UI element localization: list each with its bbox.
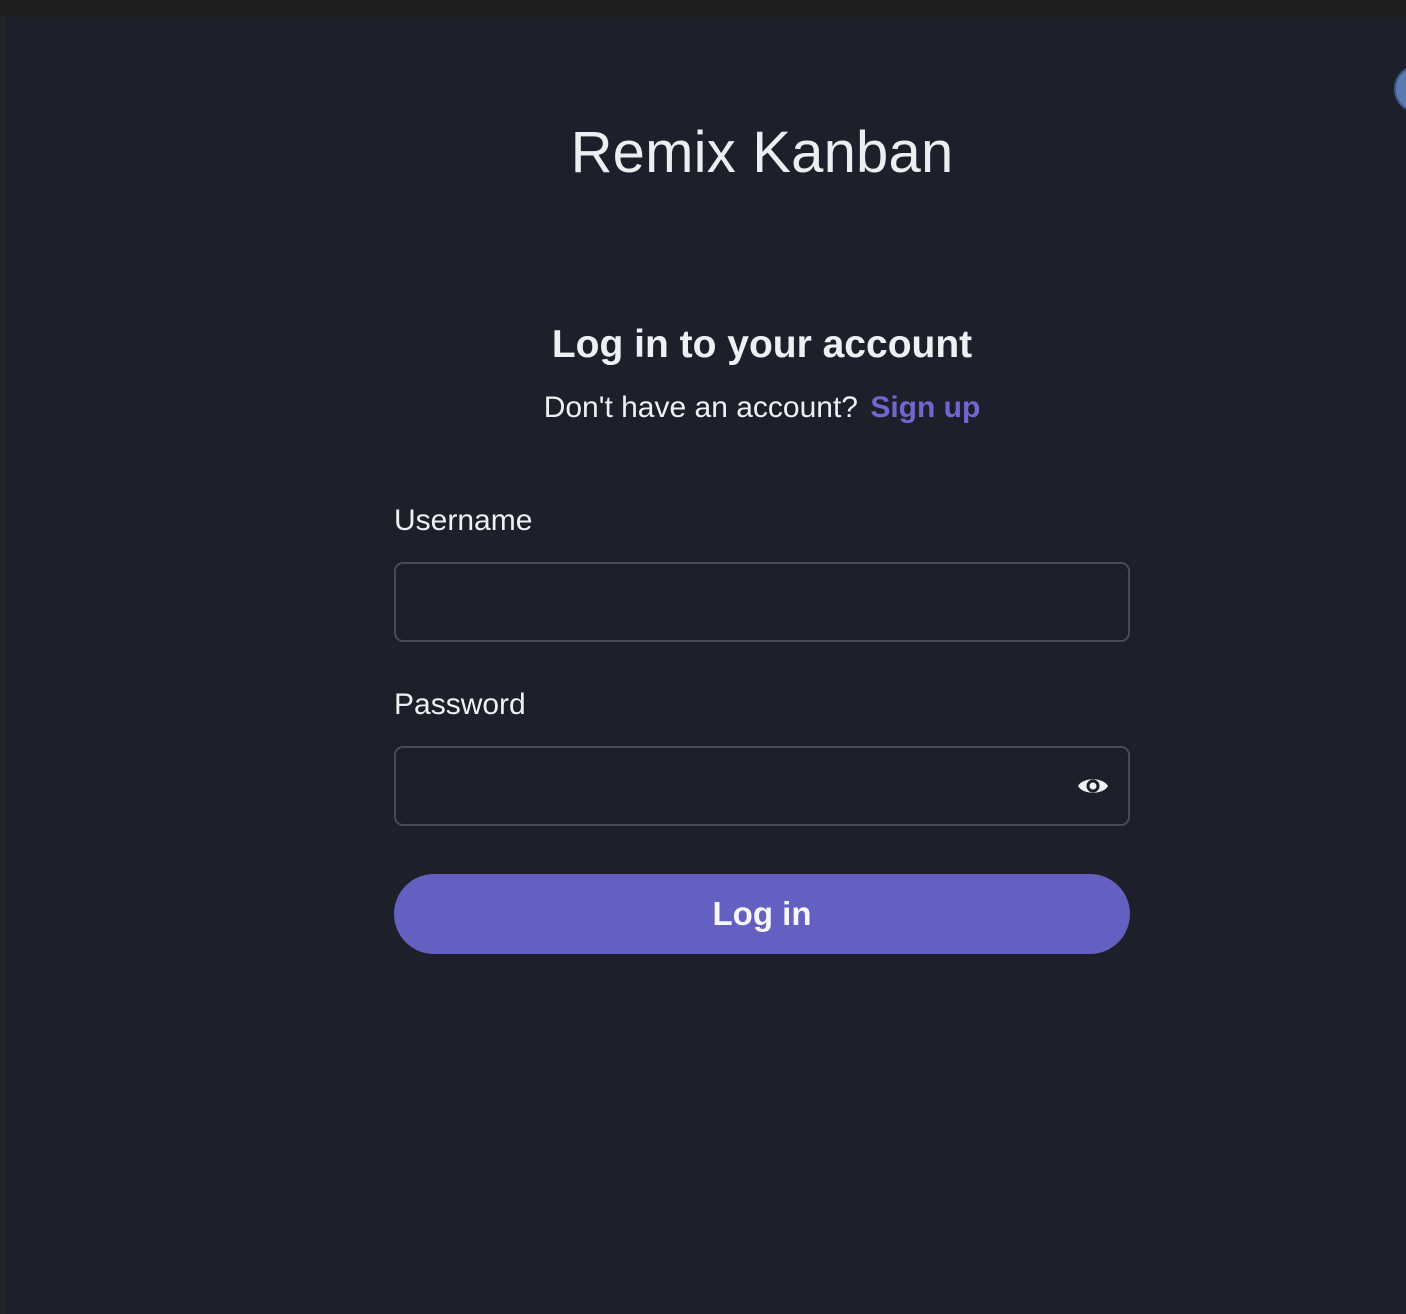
- app-title: Remix Kanban: [570, 120, 954, 185]
- eye-icon[interactable]: [1076, 772, 1110, 800]
- username-field-wrapper: [394, 562, 1130, 642]
- login-button[interactable]: Log in: [394, 874, 1130, 954]
- signup-link[interactable]: Sign up: [870, 391, 980, 424]
- username-input[interactable]: [396, 564, 1128, 640]
- signup-prompt-text: Don't have an account?: [543, 391, 858, 424]
- password-label: Password: [394, 688, 526, 721]
- password-field-wrapper: [394, 746, 1130, 826]
- window-top-bar: [0, 0, 1406, 17]
- login-heading: Log in to your account: [551, 323, 973, 366]
- avatar[interactable]: [1394, 65, 1406, 113]
- signup-prompt-line: Don't have an account? Sign up: [394, 391, 1130, 425]
- login-page: Remix Kanban Log in to your account Don'…: [6, 17, 1406, 1314]
- username-label: Username: [394, 504, 533, 537]
- password-input[interactable]: [396, 748, 1128, 824]
